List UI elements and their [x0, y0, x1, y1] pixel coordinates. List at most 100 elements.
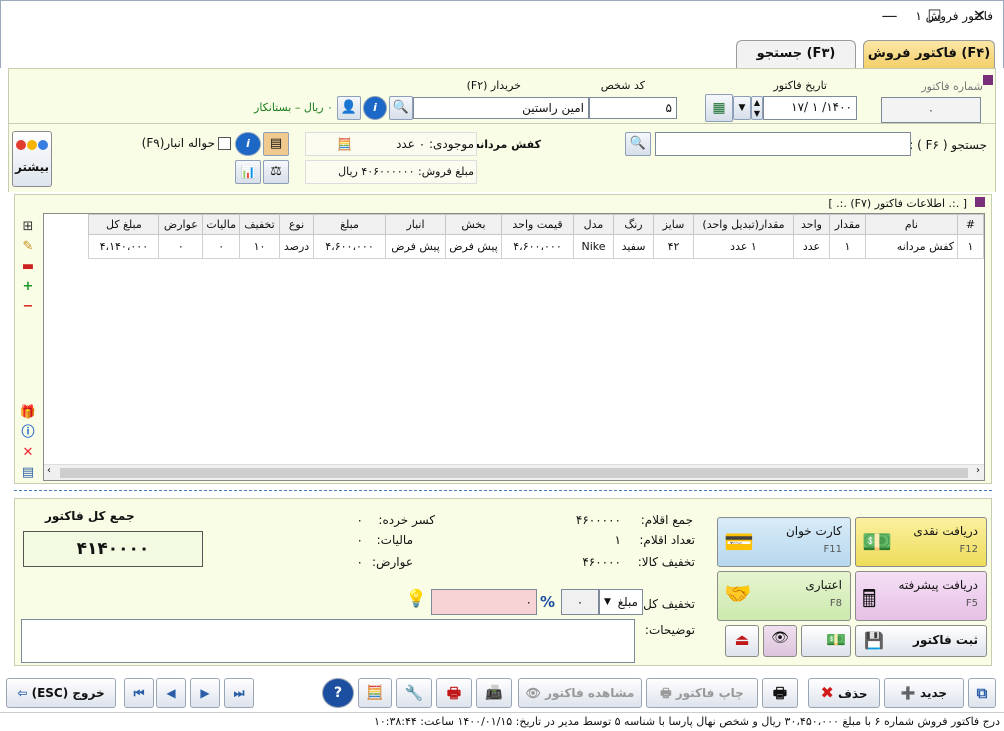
column-header[interactable]: مبلغ	[313, 214, 386, 235]
table-cell[interactable]: پیش فرض	[385, 234, 446, 259]
table-cell[interactable]: سفید	[613, 234, 654, 259]
table-cell[interactable]: ۴،۶۰۰،۰۰۰	[313, 234, 386, 259]
cash-receive-button[interactable]: دریافت نقدی F12 💵	[855, 517, 987, 567]
close-button[interactable]: ✕	[957, 1, 1002, 31]
gift-icon[interactable]: 🎁	[19, 403, 37, 423]
buyer-search-icon[interactable]: 🔍	[389, 96, 413, 120]
barcode-icon[interactable]: ▬	[19, 257, 37, 277]
print-icon[interactable]: 🖶	[762, 678, 798, 708]
minimize-button[interactable]: —	[867, 1, 912, 31]
box-icon[interactable]: ▤	[263, 132, 289, 156]
column-header[interactable]: نوع	[279, 214, 314, 235]
help-icon[interactable]: ?	[322, 678, 354, 708]
column-header[interactable]: مقدار(تبدیل واحد)	[693, 214, 794, 235]
items-grid[interactable]: # نام مقدار واحد مقدار(تبدیل واحد) سایز رنگ مدل…	[43, 213, 985, 481]
discount-amount-field[interactable]: ۰	[431, 589, 537, 615]
table-cell[interactable]: ۴،۱۴۰،۰۰۰	[88, 234, 160, 259]
advanced-receive-button[interactable]: دریافت پیشرفته F5 🖩	[855, 571, 987, 621]
first-record-icon[interactable]: ⏮	[124, 678, 154, 708]
printer-red-icon[interactable]: 🖶	[436, 678, 472, 708]
column-header[interactable]: تخفیف	[239, 214, 280, 235]
exit-button[interactable]: خروج (ESC) ⇦	[6, 678, 116, 708]
column-header[interactable]: قیمت واحد	[501, 214, 574, 235]
person-code-field[interactable]: ۵	[589, 97, 677, 119]
scroll-left-chevron-icon[interactable]: ‹	[47, 465, 51, 476]
delete-icon[interactable]: ✕	[19, 443, 37, 463]
credit-button[interactable]: اعتباری F8 🤝	[717, 571, 851, 621]
eject-button[interactable]: ⏏	[725, 625, 759, 657]
lightbulb-icon[interactable]: 💡	[406, 589, 427, 609]
table-cell[interactable]: ۱ عدد	[693, 234, 794, 259]
save-invoice-button[interactable]: ثبت فاکتور 💾	[855, 625, 987, 657]
product-info-icon[interactable]: i	[235, 132, 261, 156]
more-button[interactable]: بیشتر	[12, 131, 52, 187]
money-stack-button[interactable]: 💵	[801, 625, 851, 657]
calculator-icon[interactable]: 🧮	[358, 678, 392, 708]
scroll-right-chevron-icon[interactable]: ›	[976, 465, 980, 476]
table-cell[interactable]: کفش مردانه	[865, 234, 958, 259]
tools-icon[interactable]: 🔧	[396, 678, 432, 708]
table-cell[interactable]: عدد	[793, 234, 830, 259]
discount-type-select[interactable]: مبلغ ▼	[599, 589, 643, 615]
table-cell[interactable]: ۰	[158, 234, 204, 259]
column-header[interactable]: سایز	[653, 214, 694, 235]
column-header[interactable]: واحد	[793, 214, 830, 235]
column-header[interactable]: انبار	[385, 214, 446, 235]
column-header[interactable]: مدل	[573, 214, 614, 235]
table-cell[interactable]: ۴۲	[653, 234, 694, 259]
copy-icon[interactable]: ⧉	[968, 678, 996, 708]
discount-value-field[interactable]: ۰	[561, 589, 599, 615]
next-record-icon[interactable]: ▶	[190, 678, 220, 708]
calendar-icon[interactable]: ▦	[705, 94, 733, 122]
table-cell[interactable]: ۰	[202, 234, 240, 259]
previous-record-icon[interactable]: ◀	[156, 678, 186, 708]
add-row-icon[interactable]: ⊞	[19, 217, 37, 237]
product-search-icon[interactable]: 🔍	[625, 132, 651, 156]
column-header[interactable]: رنگ	[613, 214, 654, 235]
column-header[interactable]: مقدار	[829, 214, 866, 235]
column-header[interactable]: #	[957, 214, 984, 235]
table-cell[interactable]: پیش فرض	[445, 234, 502, 259]
table-row[interactable]: ۱ کفش مردانه ۱ عدد ۱ عدد ۴۲ سفید Nike ۴،۶۰۰،۰۰۰ پ…	[88, 234, 984, 259]
buyer-info-icon[interactable]: i	[363, 96, 387, 120]
date-spinner[interactable]: ▲ ▼	[751, 96, 763, 120]
column-header[interactable]: مبلغ کل	[88, 214, 160, 235]
percent-icon[interactable]: %	[540, 593, 555, 611]
table-cell[interactable]: ۱	[957, 234, 984, 259]
table-cell[interactable]: ۴،۶۰۰،۰۰۰	[501, 234, 574, 259]
search-input[interactable]	[655, 132, 911, 156]
new-button[interactable]: جدید ➕	[884, 678, 964, 708]
fax-icon[interactable]: 📠	[476, 678, 512, 708]
column-header[interactable]: بخش	[445, 214, 502, 235]
column-header[interactable]: مالیات	[202, 214, 240, 235]
minus-icon[interactable]: −	[19, 297, 37, 317]
print-invoice-button[interactable]: چاپ فاکتور 🖶	[646, 678, 758, 708]
tab-search[interactable]: جستجو (F۳)	[736, 40, 856, 68]
chart-icon[interactable]: 📊	[235, 160, 261, 184]
table-cell[interactable]: درصد	[279, 234, 314, 259]
invoice-date-field[interactable]: ۱۴۰۰/ ۱ /۱۷	[763, 96, 857, 120]
buyer-field[interactable]: امین راستین	[413, 97, 589, 119]
transfer-checkbox[interactable]	[218, 137, 231, 150]
table-cell[interactable]: ۱	[829, 234, 866, 259]
person-card-icon[interactable]: 👤	[337, 96, 361, 120]
notes-textarea[interactable]	[21, 619, 635, 663]
invoice-number-field[interactable]: ۰	[881, 97, 981, 123]
horizontal-scrollbar[interactable]: ‹ ›	[44, 464, 984, 480]
table-cell[interactable]: Nike	[573, 234, 614, 259]
preview-button[interactable]: 👁	[763, 625, 797, 657]
last-record-icon[interactable]: ⏭	[224, 678, 254, 708]
column-header[interactable]: عوارض	[158, 214, 204, 235]
pencil-icon[interactable]: ✎	[19, 237, 37, 257]
delete-button[interactable]: حذف ✖	[808, 678, 880, 708]
info-icon[interactable]: ⓘ	[19, 423, 37, 443]
column-header[interactable]: نام	[865, 214, 958, 235]
splitter[interactable]	[14, 490, 992, 496]
scrollbar-thumb[interactable]	[60, 468, 968, 478]
scale-icon[interactable]: ⚖	[263, 160, 289, 184]
tab-sales-invoice[interactable]: فاکتور فروش (F۴)	[863, 40, 995, 68]
plus-icon[interactable]: +	[19, 277, 37, 297]
maximize-button[interactable]: ☐	[912, 1, 957, 31]
date-dropdown-chevron-down-icon[interactable]: ▼	[733, 96, 751, 120]
table-cell[interactable]: ۱۰	[239, 234, 280, 259]
